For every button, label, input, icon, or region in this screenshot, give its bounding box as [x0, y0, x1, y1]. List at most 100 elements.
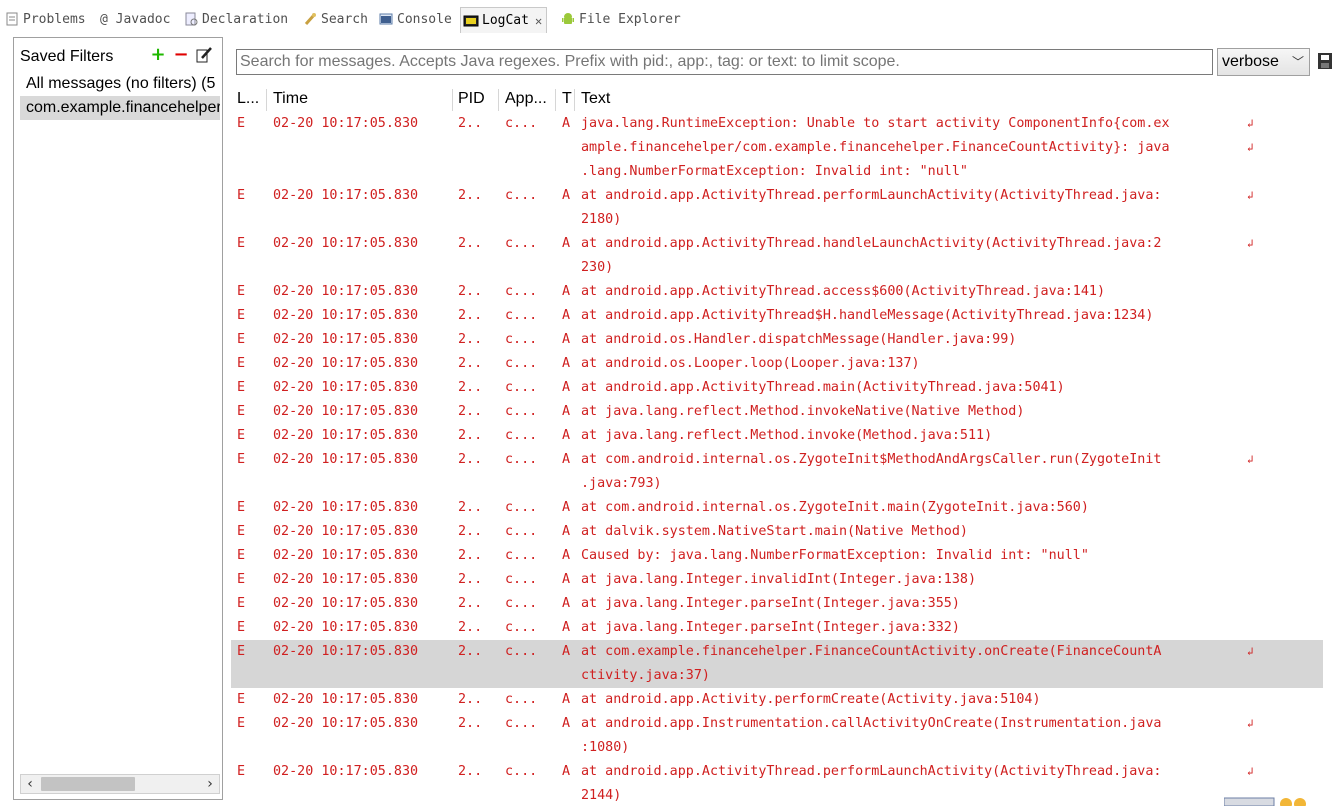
- edit-filter-button[interactable]: [196, 47, 212, 63]
- scroll-right-icon[interactable]: ›: [201, 775, 219, 793]
- add-filter-button[interactable]: +: [150, 46, 166, 64]
- table-row[interactable]: E 02-20 10:17:05.830 2.. c... Aat java.lang.…: [231, 568, 1323, 592]
- cell-text: at com.android.internal.os.ZygoteInit$Me…: [581, 448, 1253, 496]
- table-row[interactable]: E 02-20 10:17:05.830 2.. c... Aat java.lang.…: [231, 424, 1323, 448]
- table-row[interactable]: E 02-20 10:17:05.830 2.. c... Aat com.androi…: [231, 496, 1323, 520]
- cell-application: c...: [505, 236, 538, 251]
- cell-text-line: .lang.NumberFormatException: Invalid int…: [581, 164, 968, 179]
- cell-text: at android.app.ActivityThread$H.handleMe…: [581, 304, 1253, 328]
- avatar: [1224, 797, 1306, 806]
- tab-label: Search: [321, 11, 368, 27]
- save-icon[interactable]: [1318, 53, 1332, 69]
- cell-tag: A: [562, 404, 571, 419]
- table-row[interactable]: E 02-20 10:17:05.830 2.. c... Aat android.ap…: [231, 280, 1323, 304]
- table-row[interactable]: E 02-20 10:17:05.830 2.. c... Aat dalvik.sys…: [231, 520, 1323, 544]
- table-row[interactable]: E 02-20 10:17:05.830 2.. c... Aat android.ap…: [231, 304, 1323, 328]
- cell-text: at android.os.Handler.dispatchMessage(Ha…: [581, 328, 1253, 352]
- cell-application: c...: [505, 596, 538, 611]
- table-row[interactable]: E 02-20 10:17:05.830 2.. c... Aat android.ap…: [231, 760, 1323, 806]
- table-row[interactable]: E 02-20 10:17:05.830 2.. c... Aat java.lang.…: [231, 400, 1323, 424]
- cell-application: c...: [505, 524, 538, 539]
- tab-logcat[interactable]: LogCat ✕: [460, 7, 548, 33]
- tab-declaration[interactable]: Declaration: [183, 6, 288, 32]
- column-pid[interactable]: PID: [452, 86, 498, 112]
- table-row[interactable]: E 02-20 10:17:05.830 2.. c... Aat java.lang.…: [231, 592, 1323, 616]
- table-row[interactable]: E 02-20 10:17:05.830 2.. c... Aat com.exampl…: [231, 640, 1323, 688]
- cell-text-line: at android.app.Instrumentation.callActiv…: [581, 716, 1162, 731]
- scroll-thumb[interactable]: [41, 777, 135, 791]
- table-row[interactable]: E 02-20 10:17:05.830 2.. c... Ajava.lang.Run…: [231, 112, 1323, 184]
- column-application[interactable]: App...: [499, 86, 555, 112]
- cell-tag: A: [562, 596, 571, 611]
- cell-application: c...: [505, 620, 538, 635]
- cell-level: E: [237, 284, 246, 299]
- cell-tag: A: [562, 716, 571, 731]
- cell-pid: 2..: [458, 692, 483, 707]
- filter-item-app[interactable]: com.example.financehelper: [20, 96, 220, 120]
- cell-application: c...: [505, 500, 538, 515]
- tab-label: Declaration: [202, 11, 289, 27]
- table-row[interactable]: E 02-20 10:17:05.830 2.. c... A Caused by: ja…: [231, 544, 1323, 568]
- cell-text-line: at android.os.Handler.dispatchMessage(Ha…: [581, 332, 1017, 347]
- cell-text: at java.lang.reflect.Method.invokeNative…: [581, 400, 1253, 424]
- scroll-left-icon[interactable]: ‹: [21, 775, 39, 793]
- cell-application: c...: [505, 188, 538, 203]
- cell-pid: 2..: [458, 428, 483, 443]
- cell-text-line: at android.app.ActivityThread.performLau…: [581, 188, 1162, 203]
- tab-search[interactable]: Search: [302, 6, 368, 32]
- cell-text: at java.lang.Integer.parseInt(Integer.ja…: [581, 592, 1253, 616]
- filter-item-all[interactable]: All messages (no filters) (5: [20, 72, 220, 96]
- line-wrap-icon: ↲: [1247, 117, 1254, 130]
- minus-icon: −: [173, 44, 189, 65]
- log-level-select[interactable]: verbose ﹀: [1217, 48, 1310, 76]
- filter-horizontal-scrollbar[interactable]: ‹ ›: [20, 774, 220, 794]
- cell-pid: 2..: [458, 116, 483, 131]
- logcat-table: L... Time PID App... T Text E 02-20 10:17…: [231, 86, 1323, 806]
- line-wrap-icon: ↲: [1247, 645, 1254, 658]
- search-input[interactable]: [236, 49, 1213, 75]
- log-rows: E 02-20 10:17:05.830 2.. c... Ajava.lang.Run…: [231, 112, 1323, 806]
- table-row[interactable]: E 02-20 10:17:05.830 2.. c... Aat android.ap…: [231, 376, 1323, 400]
- cell-text-line: at com.example.financehelper.FinanceCoun…: [581, 644, 1162, 659]
- cell-tag: A: [562, 332, 571, 347]
- console-icon: [378, 11, 394, 27]
- cell-text: at android.app.Instrumentation.callActiv…: [581, 712, 1253, 760]
- table-row[interactable]: E 02-20 10:17:05.830 2.. c... Aat android.ap…: [231, 184, 1323, 232]
- table-row[interactable]: E 02-20 10:17:05.830 2.. c... Aat android.os…: [231, 352, 1323, 376]
- cell-application: c...: [505, 428, 538, 443]
- table-row[interactable]: E 02-20 10:17:05.830 2.. c... Aat android.ap…: [231, 712, 1323, 760]
- column-level[interactable]: L...: [231, 86, 265, 112]
- cell-pid: 2..: [458, 764, 483, 779]
- cell-application: c...: [505, 116, 538, 131]
- table-row[interactable]: E 02-20 10:17:05.830 2.. c... Aat java.lang.…: [231, 616, 1323, 640]
- view-tab-bar: Problems @ Javadoc Declaration Search Co…: [0, 0, 1332, 36]
- tab-problems[interactable]: Problems: [4, 6, 86, 32]
- tab-console[interactable]: Console: [378, 6, 452, 32]
- tab-file-explorer[interactable]: File Explorer: [560, 6, 681, 32]
- cell-level: E: [237, 572, 246, 587]
- cell-pid: 2..: [458, 548, 483, 563]
- tab-javadoc[interactable]: @ Javadoc: [100, 6, 170, 32]
- cell-text: at java.lang.Integer.parseInt(Integer.ja…: [581, 616, 1253, 640]
- column-time[interactable]: Time: [267, 86, 452, 112]
- cell-time: 02-20 10:17:05.830: [273, 500, 419, 515]
- column-text[interactable]: Text: [575, 86, 1275, 112]
- cell-text-line: at android.app.ActivityThread.handleLaun…: [581, 236, 1162, 251]
- close-icon[interactable]: ✕: [535, 14, 542, 28]
- cell-text: at android.os.Looper.loop(Looper.java:13…: [581, 352, 1253, 376]
- search-icon: [302, 11, 318, 27]
- cell-pid: 2..: [458, 308, 483, 323]
- remove-filter-button[interactable]: −: [173, 44, 189, 65]
- cell-tag: A: [562, 236, 571, 251]
- column-tag[interactable]: T: [556, 86, 574, 112]
- table-row[interactable]: E 02-20 10:17:05.830 2.. c... Aat com.androi…: [231, 448, 1323, 496]
- table-row[interactable]: E 02-20 10:17:05.830 2.. c... Aat android.os…: [231, 328, 1323, 352]
- cell-pid: 2..: [458, 596, 483, 611]
- cell-time: 02-20 10:17:05.830: [273, 404, 419, 419]
- cell-level: E: [237, 332, 246, 347]
- cell-pid: 2..: [458, 644, 483, 659]
- table-row[interactable]: E 02-20 10:17:05.830 2.. c... Aat android.ap…: [231, 232, 1323, 280]
- cell-pid: 2..: [458, 404, 483, 419]
- cell-pid: 2..: [458, 572, 483, 587]
- table-row[interactable]: E 02-20 10:17:05.830 2.. c... Aat android.ap…: [231, 688, 1323, 712]
